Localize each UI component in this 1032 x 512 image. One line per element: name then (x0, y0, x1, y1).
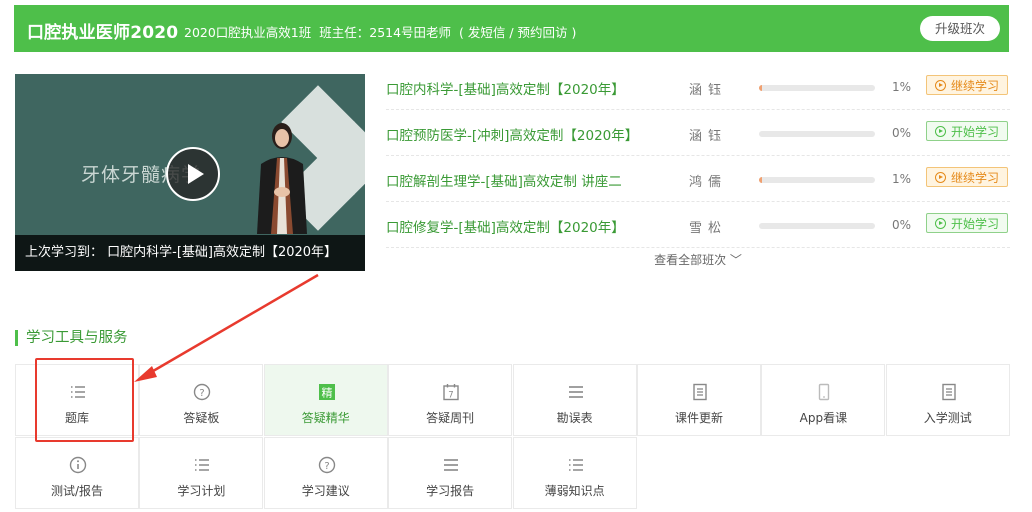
annotation-arrow (134, 273, 319, 382)
